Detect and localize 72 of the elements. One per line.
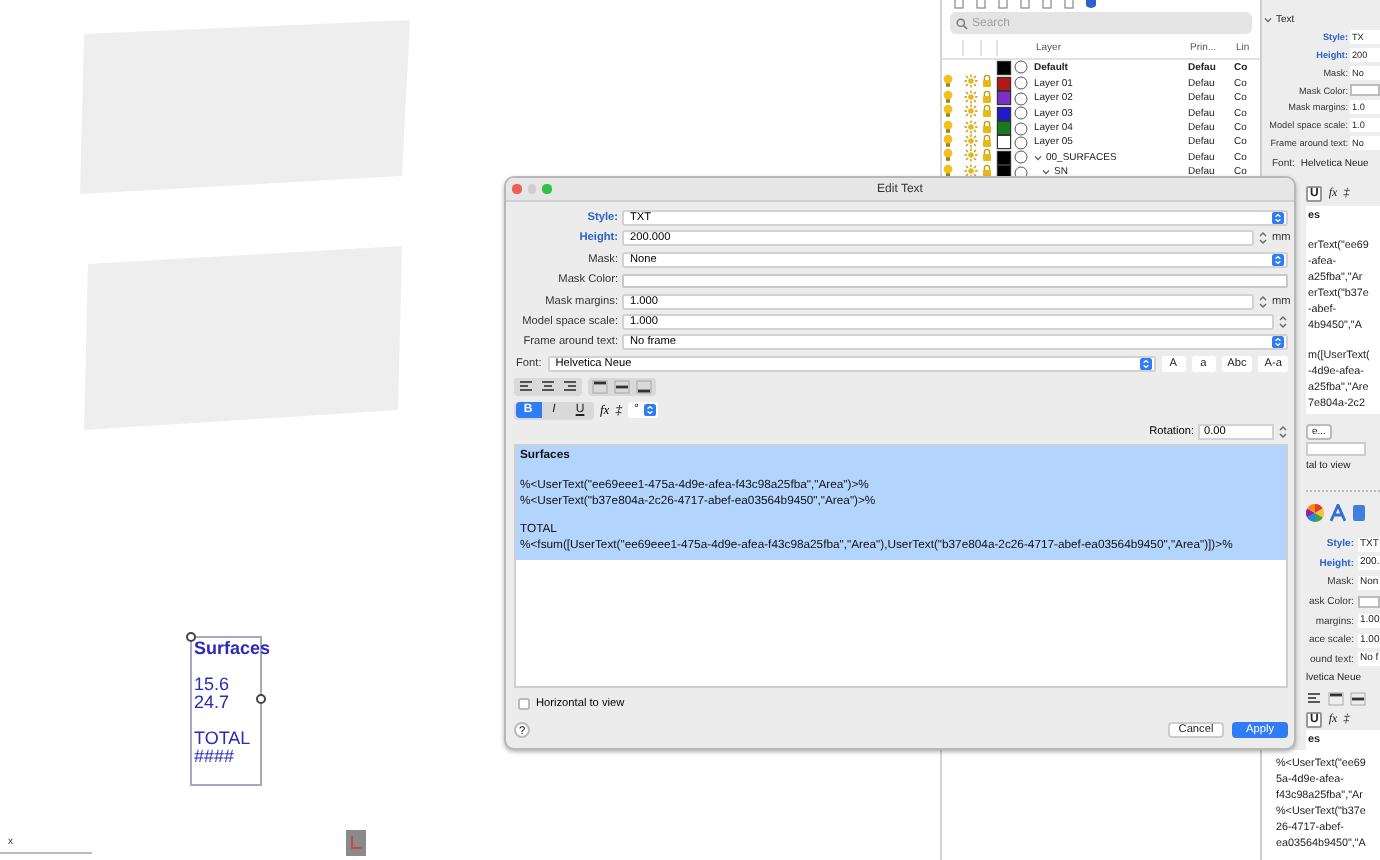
select-arrows-icon[interactable] xyxy=(1272,336,1284,349)
chevron-icon[interactable] xyxy=(1264,16,1272,24)
material-circle-icon[interactable] xyxy=(1014,121,1028,136)
lightbulb-icon[interactable] xyxy=(942,119,954,134)
lightbulb-icon[interactable] xyxy=(942,104,954,119)
sun-icon[interactable] xyxy=(964,104,978,119)
material-circle-icon[interactable] xyxy=(1014,60,1028,75)
lightbulb-icon[interactable] xyxy=(942,163,954,178)
toolbar-icon[interactable] xyxy=(1042,0,1052,10)
vertical-align-icon[interactable] xyxy=(614,380,630,395)
color-swatch[interactable] xyxy=(1358,595,1380,608)
toolbar-icon[interactable] xyxy=(954,0,964,10)
vertical-align-icon[interactable] xyxy=(1350,692,1366,707)
sun-icon[interactable] xyxy=(964,89,978,104)
material-circle-icon[interactable] xyxy=(1014,135,1028,150)
color-wheel-icon[interactable] xyxy=(1306,503,1324,522)
select-arrows-icon[interactable] xyxy=(644,404,657,417)
search-icon xyxy=(956,17,968,29)
stepper-icon[interactable] xyxy=(1278,423,1288,440)
color-swatch[interactable] xyxy=(1350,84,1380,97)
text-line: 15.6 xyxy=(194,672,230,694)
material-circle-icon[interactable] xyxy=(1014,106,1028,121)
checkbox[interactable] xyxy=(518,697,530,710)
lightbulb-icon[interactable] xyxy=(942,89,954,104)
lightbulb-icon[interactable] xyxy=(942,133,954,148)
layer-color-swatch[interactable] xyxy=(998,77,1010,90)
toolbar-icon[interactable] xyxy=(1064,0,1074,10)
vertical-align-icon[interactable] xyxy=(636,380,652,395)
text-editor[interactable] xyxy=(514,444,1288,689)
text-align-icon[interactable] xyxy=(518,380,534,395)
material-circle-icon[interactable] xyxy=(1014,91,1028,106)
select-arrows-icon[interactable] xyxy=(1272,253,1284,266)
help-icon[interactable] xyxy=(1086,0,1096,10)
toolbar-icon[interactable] xyxy=(976,0,986,10)
material-circle-icon[interactable] xyxy=(1014,76,1028,91)
padlock-icon[interactable] xyxy=(982,89,992,104)
layer-color-swatch[interactable] xyxy=(998,92,1010,105)
padlock-icon[interactable] xyxy=(982,104,992,119)
grip-handle[interactable] xyxy=(256,694,266,704)
vertical-align-icon[interactable] xyxy=(1328,692,1344,707)
color-field[interactable] xyxy=(622,273,1288,288)
text-line: #### xyxy=(194,748,235,766)
lightbulb-icon[interactable] xyxy=(942,148,954,163)
vertical-align-icon[interactable] xyxy=(592,380,608,395)
stepper-icon[interactable] xyxy=(1258,293,1268,310)
lightbulb-icon[interactable] xyxy=(942,74,954,89)
sun-icon[interactable] xyxy=(964,133,978,148)
text-align-icon[interactable] xyxy=(1306,692,1322,707)
text-align-icon[interactable] xyxy=(562,380,578,395)
text-line: TOTAL xyxy=(194,726,251,748)
padlock-icon[interactable] xyxy=(982,74,992,89)
layer-color-swatch[interactable] xyxy=(998,61,1010,74)
stepper-icon[interactable] xyxy=(1258,230,1268,247)
grip-handle[interactable] xyxy=(186,632,196,642)
text-line: 24.7 xyxy=(194,694,230,712)
letter-a-icon[interactable] xyxy=(1330,503,1346,522)
sun-icon[interactable] xyxy=(964,119,978,134)
text-align-icon[interactable] xyxy=(540,380,556,395)
stepper-icon[interactable] xyxy=(1278,313,1288,330)
material-circle-icon[interactable] xyxy=(1014,150,1028,165)
layer-color-swatch[interactable] xyxy=(998,107,1010,120)
sun-icon[interactable] xyxy=(964,74,978,89)
close-button[interactable] xyxy=(512,184,521,194)
layer-color-swatch[interactable] xyxy=(998,151,1010,164)
select-arrows-icon[interactable] xyxy=(1139,358,1152,371)
sun-icon[interactable] xyxy=(964,163,978,178)
input-field[interactable] xyxy=(1306,441,1366,456)
toolbar-icon[interactable] xyxy=(1020,0,1030,10)
layer-color-swatch[interactable] xyxy=(998,122,1010,135)
select-arrows-icon[interactable] xyxy=(1272,212,1284,224)
toolbar-icon[interactable] xyxy=(998,0,1008,10)
sun-icon[interactable] xyxy=(964,148,978,163)
